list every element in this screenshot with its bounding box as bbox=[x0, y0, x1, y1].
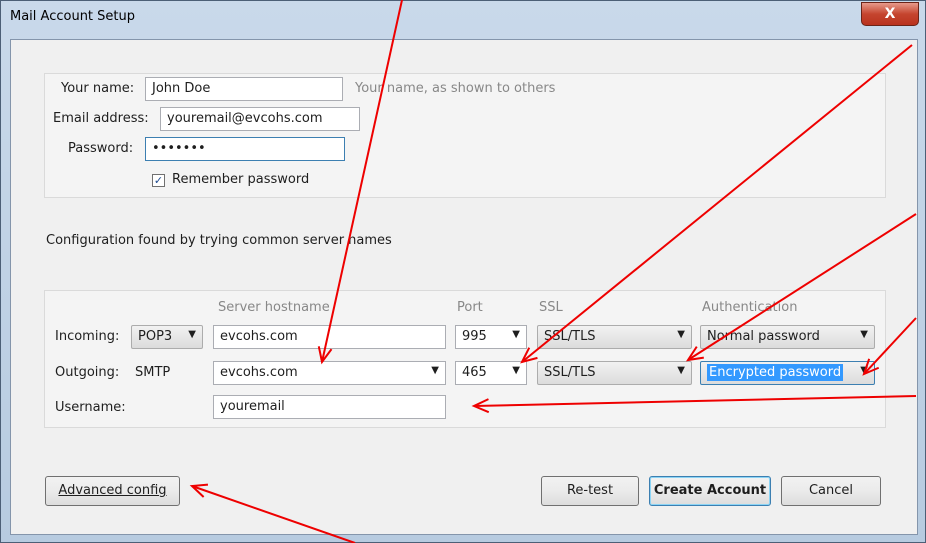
cancel-button[interactable]: Cancel bbox=[781, 476, 881, 506]
remember-password-checkbox[interactable]: ✓ bbox=[152, 174, 165, 187]
dialog-body: Your name: John Doe Your name, as shown … bbox=[10, 39, 918, 535]
retest-button[interactable]: Re-test bbox=[541, 476, 639, 506]
outgoing-ssl-value: SSL/TLS bbox=[544, 365, 596, 380]
title-bar: Mail Account Setup X bbox=[1, 1, 925, 33]
outgoing-port-value: 465 bbox=[462, 365, 487, 380]
incoming-hostname-input[interactable]: evcohs.com bbox=[213, 325, 446, 349]
port-column-header: Port bbox=[457, 300, 483, 315]
identity-group: Your name: John Doe Your name, as shown … bbox=[44, 73, 886, 198]
name-hint: Your name, as shown to others bbox=[355, 81, 556, 96]
ssl-column-header: SSL bbox=[539, 300, 563, 315]
mail-account-setup-window: Mail Account Setup X Your name: John Doe… bbox=[0, 0, 926, 543]
close-button[interactable]: X bbox=[861, 2, 919, 26]
outgoing-protocol-text: SMTP bbox=[135, 365, 171, 380]
email-input[interactable]: youremail@evcohs.com bbox=[160, 107, 360, 131]
chevron-down-icon: ▼ bbox=[860, 365, 868, 376]
incoming-ssl-select[interactable]: SSL/TLS ▼ bbox=[537, 325, 692, 349]
chevron-down-icon: ▼ bbox=[188, 329, 196, 340]
username-input[interactable]: youremail bbox=[213, 395, 446, 419]
outgoing-label: Outgoing: bbox=[55, 365, 120, 380]
outgoing-port-combo[interactable]: 465 ▼ bbox=[455, 361, 527, 385]
config-status-text: Configuration found by trying common ser… bbox=[46, 233, 392, 248]
chevron-down-icon: ▼ bbox=[677, 365, 685, 376]
outgoing-auth-select[interactable]: Encrypted password ▼ bbox=[700, 361, 875, 385]
incoming-auth-select[interactable]: Normal password ▼ bbox=[700, 325, 875, 349]
chevron-down-icon: ▼ bbox=[512, 365, 520, 376]
remember-password-label: Remember password bbox=[172, 172, 310, 187]
incoming-protocol-select[interactable]: POP3 ▼ bbox=[131, 325, 203, 349]
advanced-config-button[interactable]: Advanced config bbox=[45, 476, 180, 506]
outgoing-ssl-select[interactable]: SSL/TLS ▼ bbox=[537, 361, 692, 385]
name-label: Your name: bbox=[61, 81, 135, 96]
outgoing-hostname-value: evcohs.com bbox=[220, 365, 298, 380]
password-input[interactable]: ••••••• bbox=[145, 137, 345, 161]
window-title: Mail Account Setup bbox=[10, 9, 135, 24]
incoming-port-combo[interactable]: 995 ▼ bbox=[455, 325, 527, 349]
chevron-down-icon: ▼ bbox=[431, 365, 439, 376]
incoming-ssl-value: SSL/TLS bbox=[544, 329, 596, 344]
chevron-down-icon: ▼ bbox=[860, 329, 868, 340]
auth-column-header: Authentication bbox=[702, 300, 798, 315]
name-input[interactable]: John Doe bbox=[145, 77, 343, 101]
incoming-auth-value: Normal password bbox=[707, 329, 820, 344]
chevron-down-icon: ▼ bbox=[677, 329, 685, 340]
password-label: Password: bbox=[68, 141, 134, 156]
outgoing-hostname-combo[interactable]: evcohs.com ▼ bbox=[213, 361, 446, 385]
username-label: Username: bbox=[55, 400, 126, 415]
incoming-label: Incoming: bbox=[55, 329, 120, 344]
outgoing-auth-value: Encrypted password bbox=[707, 364, 844, 381]
hostname-column-header: Server hostname bbox=[218, 300, 330, 315]
create-account-button[interactable]: Create Account bbox=[649, 476, 771, 506]
chevron-down-icon: ▼ bbox=[512, 329, 520, 340]
server-settings-group: Server hostname Port SSL Authentication … bbox=[44, 290, 886, 428]
incoming-port-value: 995 bbox=[462, 329, 487, 344]
email-label: Email address: bbox=[53, 111, 149, 126]
incoming-protocol-value: POP3 bbox=[138, 329, 173, 344]
